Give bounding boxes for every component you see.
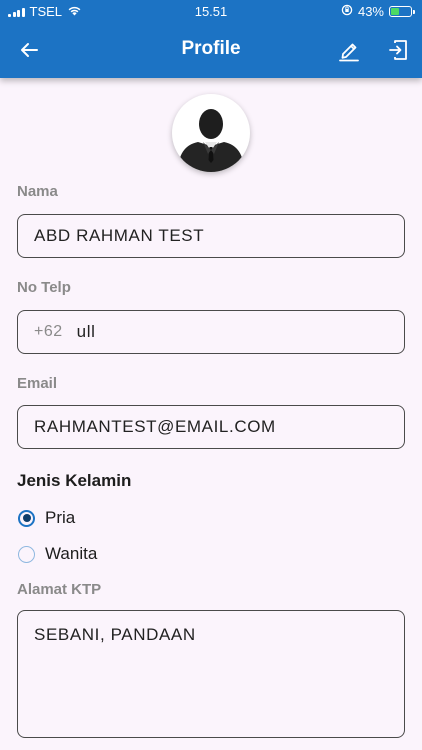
gender-option-label: Wanita — [45, 544, 98, 563]
gender-title: Jenis Kelamin — [17, 471, 132, 490]
radio-selected-icon[interactable] — [18, 509, 35, 527]
gender-option-wanita[interactable]: Wanita — [18, 544, 97, 564]
battery-icon — [389, 6, 415, 17]
orientation-lock-icon — [341, 4, 353, 19]
nama-label: Nama — [17, 183, 58, 200]
telp-label: No Telp — [17, 279, 71, 296]
battery-percent: 43% — [357, 4, 384, 19]
email-value: RAHMANTEST@EMAIL.COM — [34, 417, 276, 436]
logout-icon — [389, 40, 407, 60]
telp-value: ull — [76, 322, 96, 341]
telp-field[interactable]: +62 ull — [17, 310, 405, 354]
radio-unselected-icon[interactable] — [18, 545, 35, 563]
nama-field[interactable]: ABD RAHMAN TEST — [17, 214, 405, 258]
edit-button[interactable] — [335, 36, 363, 64]
header: TSEL 15.51 43% Profile — [0, 0, 422, 78]
app-bar: Profile — [0, 22, 422, 78]
avatar[interactable] — [172, 94, 250, 172]
gender-option-pria[interactable]: Pria — [18, 508, 75, 528]
email-label: Email — [17, 375, 58, 392]
alamat-textarea[interactable]: SEBANI, PANDAAN — [17, 610, 405, 738]
alamat-value: SEBANI, PANDAAN — [34, 625, 196, 644]
email-field[interactable]: RAHMANTEST@EMAIL.COM — [17, 405, 405, 449]
gender-option-label: Pria — [45, 508, 76, 527]
nama-value: ABD RAHMAN TEST — [34, 226, 205, 245]
pencil-icon — [339, 43, 359, 62]
alamat-label: Alamat KTP — [17, 581, 102, 598]
status-bar: TSEL 15.51 43% — [0, 0, 422, 22]
telp-prefix: +62 — [34, 323, 63, 340]
person-silhouette-icon — [178, 109, 244, 172]
logout-button[interactable] — [384, 36, 412, 64]
